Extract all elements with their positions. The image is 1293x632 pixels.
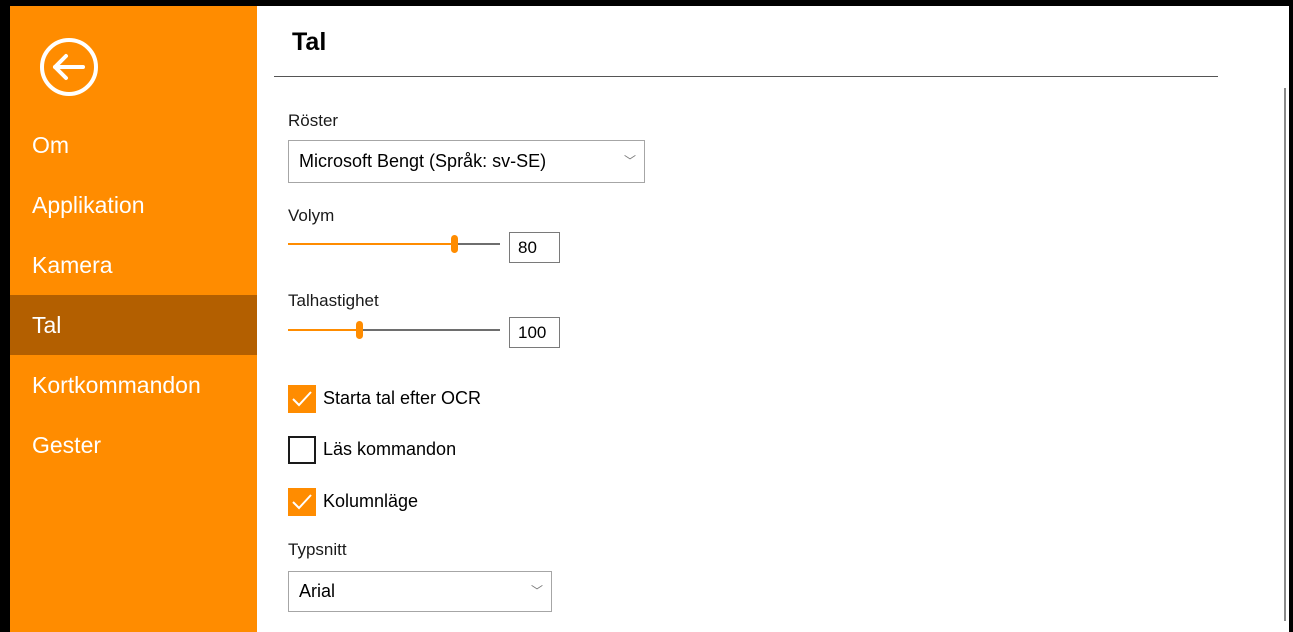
volume-slider-fill [288,243,454,245]
volume-slider-thumb[interactable] [451,235,458,253]
voices-dropdown[interactable]: Microsoft Bengt (Språk: sv-SE) ﹀ [288,140,645,183]
volume-slider[interactable] [288,234,500,254]
sidebar-item-tal[interactable]: Tal [10,295,257,355]
sidebar-item-gester[interactable]: Gester [10,415,257,475]
voices-dropdown-value: Microsoft Bengt (Språk: sv-SE) [299,151,547,171]
font-dropdown-value: Arial [299,581,336,601]
speed-label: Talhastighet [288,291,379,310]
scrollbar[interactable] [1284,88,1286,621]
back-arrow-circle-icon [40,38,98,96]
page-title: Tal [292,28,327,56]
sidebar-item-applikation[interactable]: Applikation [10,175,257,235]
sidebar: Om Applikation Kamera Tal Kortkommandon … [10,6,257,632]
speed-slider[interactable] [288,320,500,340]
column-mode-label: Kolumnläge [323,491,419,511]
read-commands-label: Läs kommandon [323,439,457,459]
back-button[interactable] [38,36,100,98]
font-dropdown[interactable]: Arial ﹀ [288,571,552,612]
read-commands-checkbox[interactable] [288,436,316,464]
chevron-down-icon: ﹀ [530,584,543,598]
volume-label: Volym [288,206,335,225]
start-speech-label: Starta tal efter OCR [323,388,482,408]
window-frame-left [0,0,10,632]
volume-value-field[interactable]: 80 [509,232,560,263]
font-label: Typsnitt [288,540,347,559]
sidebar-item-om[interactable]: Om [10,115,257,175]
title-divider [274,76,1218,77]
speed-slider-thumb[interactable] [356,321,363,339]
checkmark-icon [292,391,312,407]
column-mode-checkbox[interactable] [288,488,316,516]
checkmark-icon [292,494,312,510]
chevron-down-icon: ﹀ [623,154,636,168]
sidebar-item-kamera[interactable]: Kamera [10,235,257,295]
speed-slider-fill [288,329,359,331]
window-frame-right [1289,0,1293,632]
start-speech-checkbox[interactable] [288,385,316,413]
speed-value-field[interactable]: 100 [509,317,560,348]
sidebar-item-kortkommandon[interactable]: Kortkommandon [10,355,257,415]
voices-label: Röster [288,111,339,130]
